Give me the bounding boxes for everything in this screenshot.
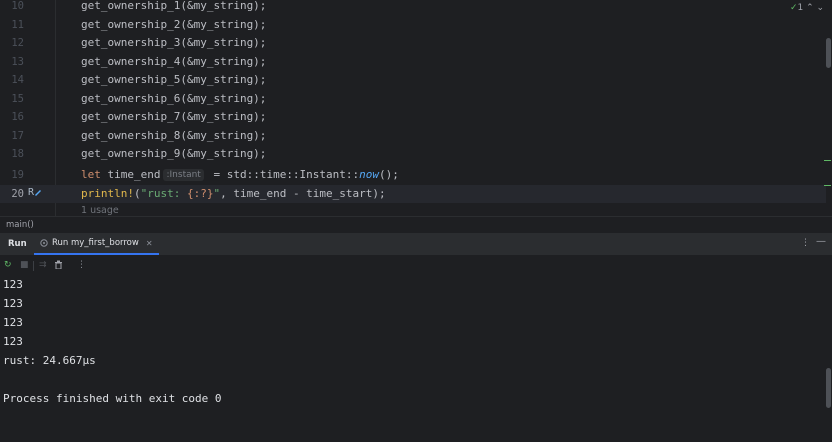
code-line-20[interactable]: 20 R println!("rust: {:?}", time_end - t… xyxy=(0,184,826,203)
line-number: 15 xyxy=(11,92,24,105)
code-line[interactable]: 14 get_ownership_5(&my_string); xyxy=(0,71,826,90)
code-text: get_ownership_6(&my_string); xyxy=(81,91,267,105)
minimize-icon[interactable]: — xyxy=(816,236,826,247)
code-text: get_ownership_3(&my_string); xyxy=(81,36,267,49)
code-text: get_ownership_5(&my_string); xyxy=(81,73,267,86)
run-panel-title[interactable]: Run xyxy=(8,239,27,249)
console-line: 123 xyxy=(3,335,23,348)
code-text: let time_end:Instant = std::time::Instan… xyxy=(81,168,399,181)
line-number: 19 xyxy=(11,169,24,181)
line-number: 14 xyxy=(11,74,24,86)
console-output[interactable]: 123 123 123 123 rust: 24.667µs Process finish… xyxy=(0,276,832,442)
code-line[interactable]: 13 get_ownership_4(&my_string); xyxy=(0,53,826,72)
breadcrumb-item[interactable]: main() xyxy=(6,220,34,230)
check-icon: ✓ xyxy=(790,3,798,13)
code-line[interactable]: 16 get_ownership_7(&my_string); xyxy=(0,108,826,127)
rerun-icon[interactable]: ↻ xyxy=(4,260,12,270)
code-editor[interactable]: 10 get_ownership_1(&my_string); 11 get_owne… xyxy=(0,0,832,216)
stop-icon[interactable]: ■ xyxy=(20,260,29,270)
clear-console-icon[interactable] xyxy=(54,260,63,272)
code-line[interactable]: 18 get_ownership_9(&my_string); xyxy=(0,145,826,164)
line-number: 12 xyxy=(11,37,24,49)
more-actions-icon[interactable]: ⋮ xyxy=(77,260,86,270)
code-line[interactable]: 10 get_ownership_1(&my_string); xyxy=(0,0,826,16)
soft-wrap-icon[interactable]: ⇉ xyxy=(39,260,47,270)
tab-run-config[interactable]: Run my_first_borrow ✕ xyxy=(34,233,159,255)
console-line: 123 xyxy=(3,297,23,310)
code-line[interactable]: 11 get_ownership_2(&my_string); xyxy=(0,16,826,35)
line-number: 18 xyxy=(11,148,24,160)
code-line[interactable]: 15 get_ownership_6(&my_string); xyxy=(0,90,826,109)
code-text: get_ownership_1(&my_string); xyxy=(81,0,267,12)
console-scrollbar[interactable] xyxy=(826,368,831,408)
console-line: rust: 24.667µs xyxy=(3,354,96,367)
code-line-19[interactable]: 19 let time_end:Instant = std::time::Ins… xyxy=(0,166,826,185)
inspection-widget[interactable]: ✓1 ⌃ ⌄ xyxy=(790,3,824,13)
more-options-icon[interactable]: ⋮ xyxy=(801,238,810,248)
change-marker xyxy=(824,185,831,186)
code-text: get_ownership_9(&my_string); xyxy=(81,147,267,160)
line-number: 20 xyxy=(11,187,24,200)
breadcrumb[interactable]: main() xyxy=(0,216,832,233)
run-panel-header: Run Run my_first_borrow ✕ ⋮ — xyxy=(0,233,832,255)
editor-scrollbar[interactable] xyxy=(826,38,831,68)
line-number: 16 xyxy=(11,111,24,123)
type-hint: :Instant xyxy=(163,169,204,181)
run-config-icon xyxy=(40,239,48,247)
code-text: get_ownership_2(&my_string); xyxy=(81,17,267,31)
run-toolbar: ↻ ■ ⇉ ⋮ xyxy=(0,256,832,276)
code-text: get_ownership_7(&my_string); xyxy=(81,110,267,123)
line-number: 17 xyxy=(11,129,24,142)
line-number: 10 xyxy=(11,0,24,12)
code-text: get_ownership_4(&my_string); xyxy=(81,54,267,68)
line-number: 13 xyxy=(11,55,24,68)
close-icon[interactable]: ✕ xyxy=(146,239,153,248)
code-text: get_ownership_8(&my_string); xyxy=(81,128,267,142)
code-line[interactable]: 12 get_ownership_3(&my_string); xyxy=(0,34,826,53)
change-marker xyxy=(824,160,831,161)
console-line: Process finished with exit code 0 xyxy=(3,392,222,405)
nav-arrows-icon[interactable]: ⌃ ⌄ xyxy=(806,3,824,13)
tab-label: Run my_first_borrow xyxy=(52,238,139,248)
usages-hint[interactable]: 1 usage xyxy=(81,205,119,216)
line-number: 11 xyxy=(11,18,24,31)
run-gutter-icon[interactable]: R xyxy=(28,187,42,198)
console-line: 123 xyxy=(3,278,23,291)
toolbar-divider xyxy=(33,261,34,271)
console-line: 123 xyxy=(3,316,23,329)
code-line[interactable]: 17 get_ownership_8(&my_string); xyxy=(0,127,826,146)
code-text: println!("rust: {:?}", time_end - time_s… xyxy=(81,186,386,200)
